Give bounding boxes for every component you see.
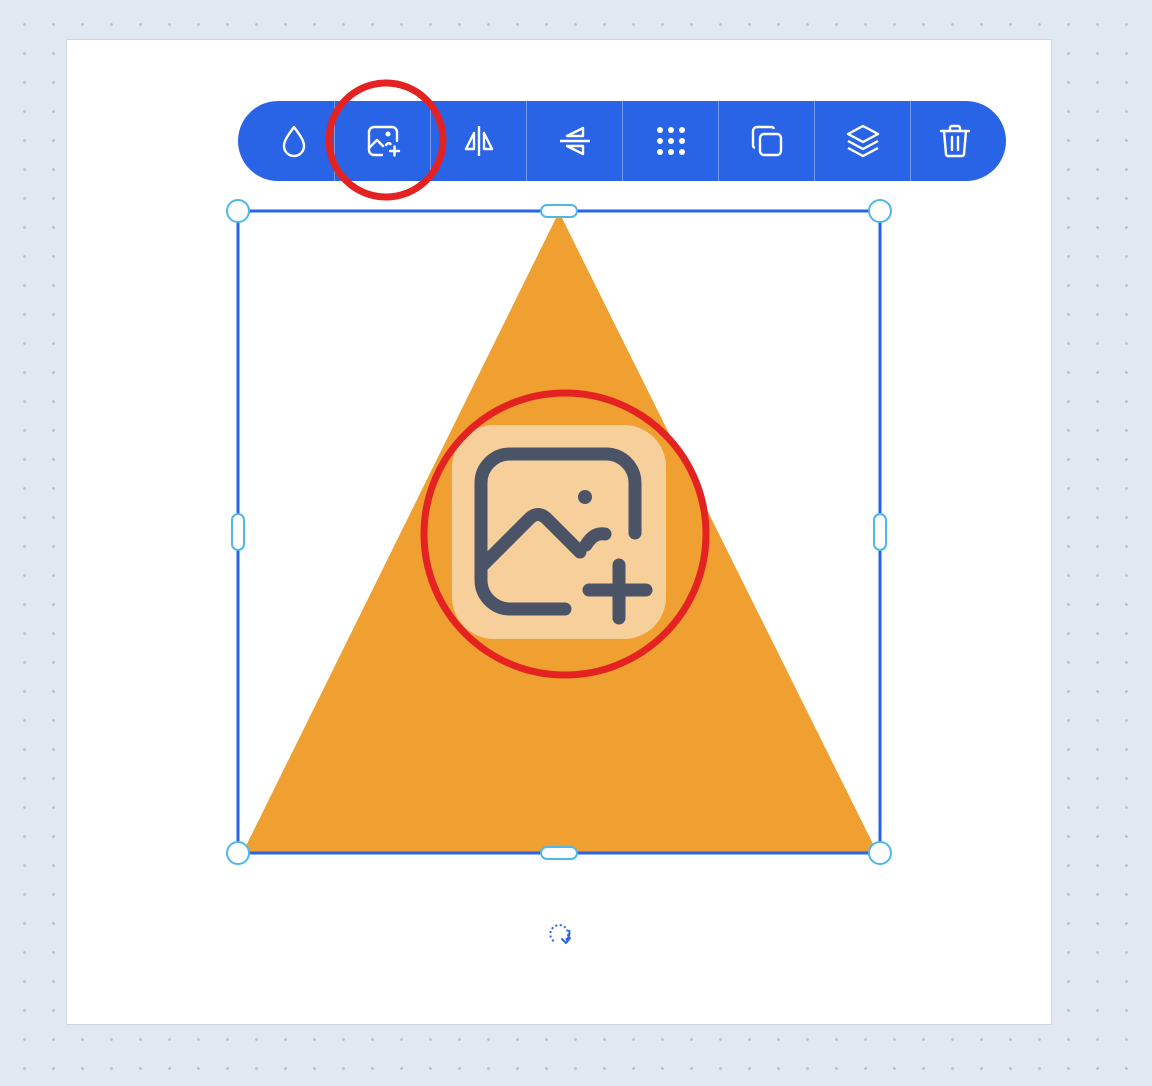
delete-button[interactable]: [910, 101, 1006, 181]
image-plus-icon: [367, 125, 400, 157]
resize-handle-top-left[interactable]: [226, 199, 250, 223]
grid-pattern-button[interactable]: [622, 101, 718, 181]
resize-handle-bottom-right[interactable]: [868, 841, 892, 865]
flip-vertical-button[interactable]: [526, 101, 622, 181]
resize-handle-right[interactable]: [873, 513, 887, 551]
duplicate-button[interactable]: [718, 101, 814, 181]
layers-icon: [846, 124, 879, 158]
resize-handle-bottom[interactable]: [540, 846, 578, 860]
flip-vertical-icon: [559, 126, 590, 156]
image-plus-icon: [474, 447, 653, 625]
resize-handle-left[interactable]: [231, 513, 245, 551]
resize-handle-top-right[interactable]: [868, 199, 892, 223]
shape-toolbar: [238, 101, 1006, 181]
fill-color-button[interactable]: [238, 101, 334, 181]
dots-grid-icon: [656, 127, 685, 155]
flip-horizontal-icon: [464, 126, 493, 156]
flip-horizontal-button[interactable]: [430, 101, 526, 181]
copy-icon: [751, 125, 782, 157]
trash-icon: [939, 124, 970, 158]
resize-handle-top[interactable]: [540, 204, 578, 218]
image-plus-dot: [578, 490, 592, 504]
droplet-icon: [282, 125, 306, 158]
add-image-button[interactable]: [334, 101, 430, 181]
rotate-icon[interactable]: [544, 918, 574, 948]
layers-button[interactable]: [814, 101, 910, 181]
image-placeholder[interactable]: [452, 425, 666, 639]
resize-handle-bottom-left[interactable]: [226, 841, 250, 865]
